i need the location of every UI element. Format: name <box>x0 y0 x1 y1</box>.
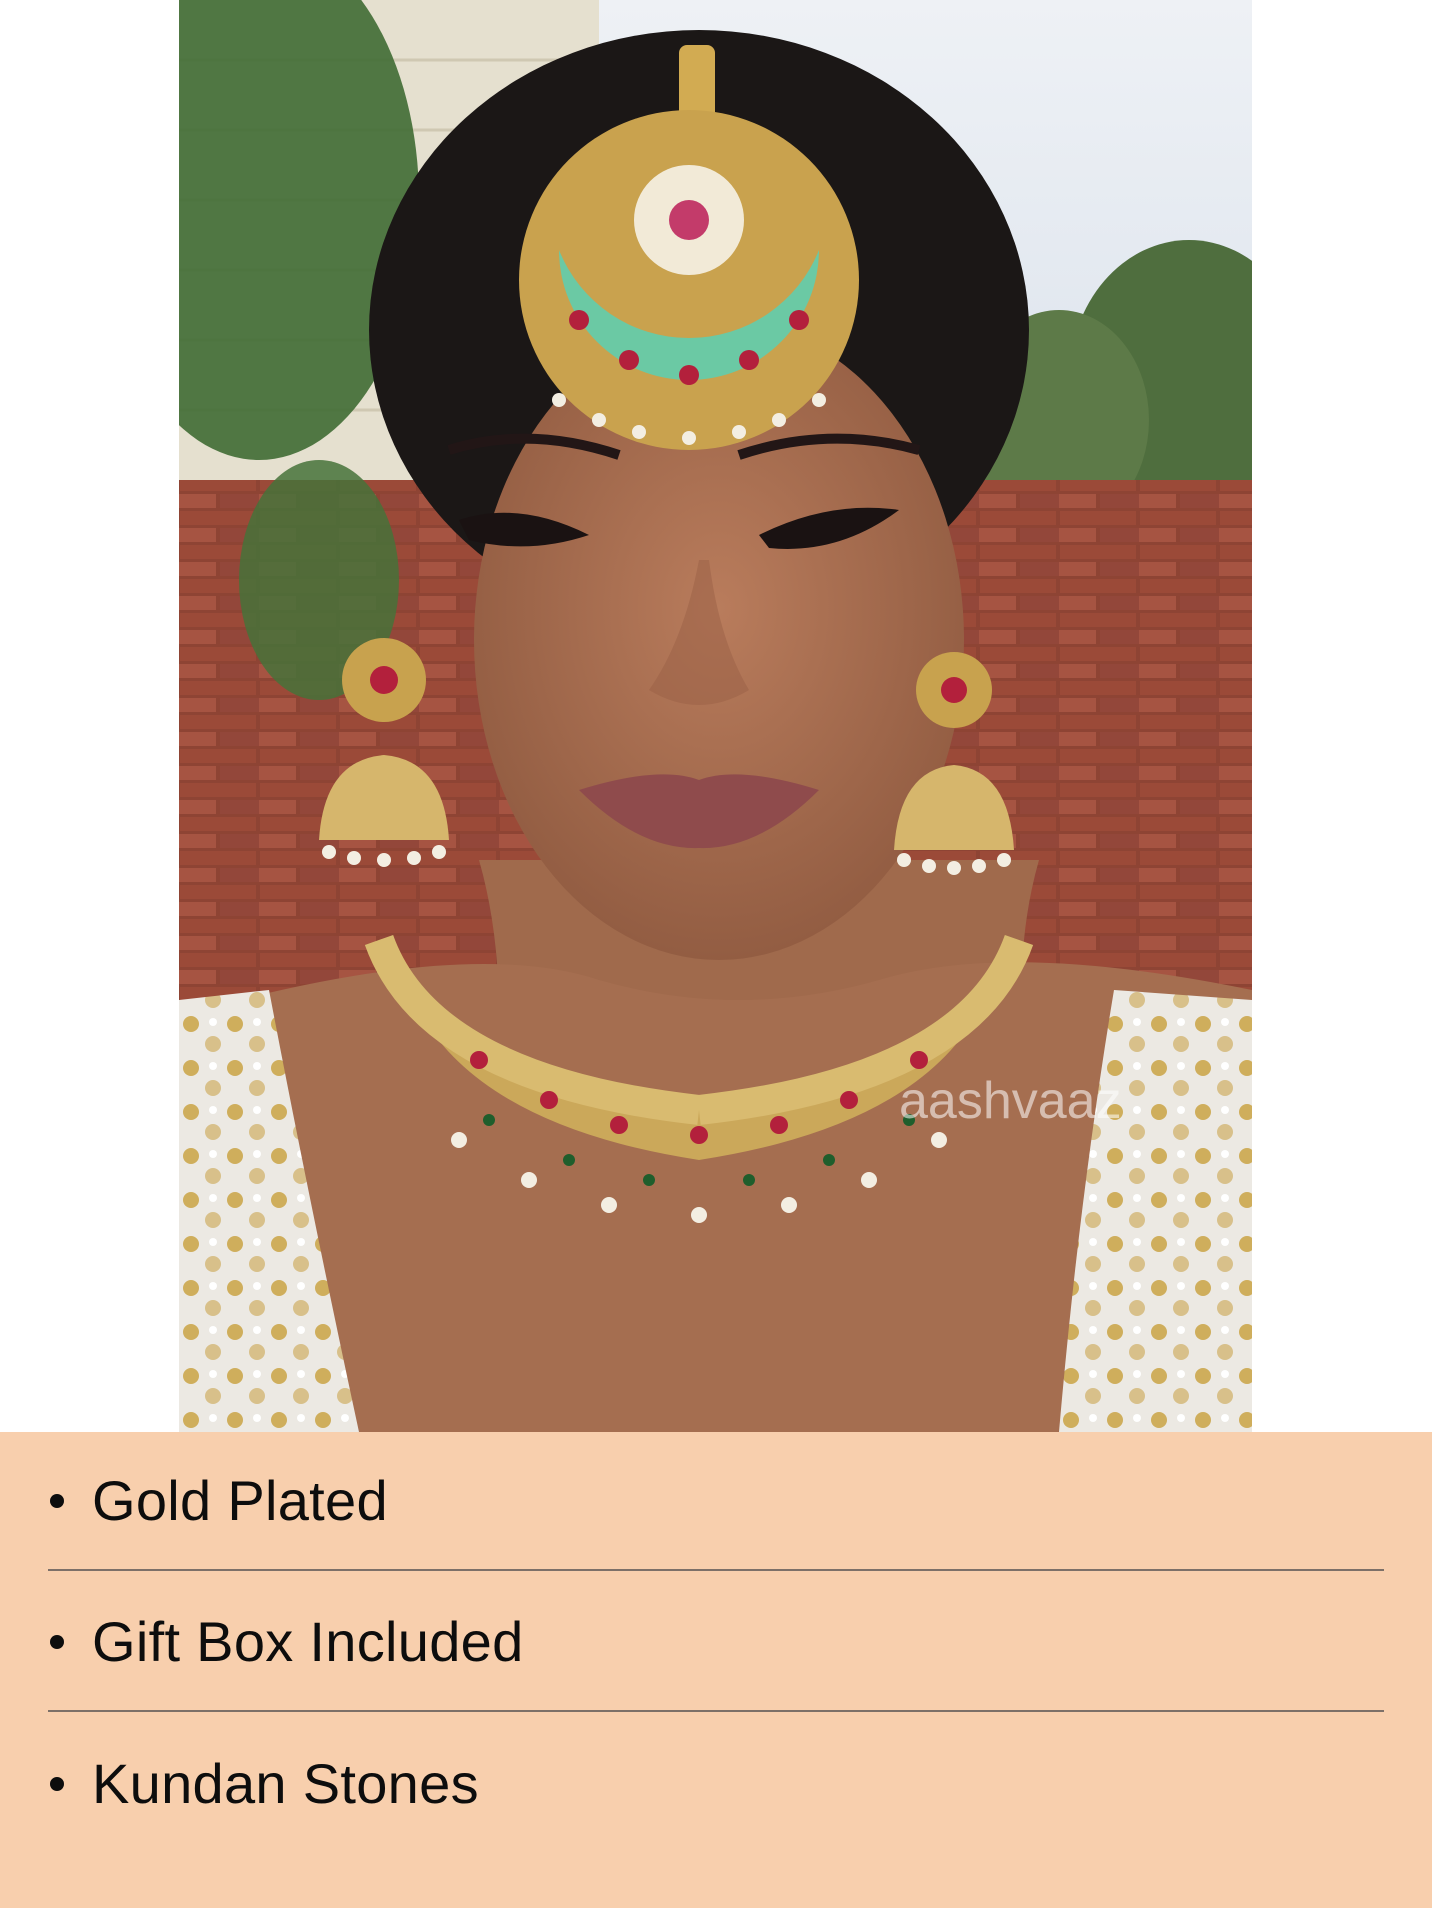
features-panel: Gold Plated Gift Box Included Kundan Sto… <box>0 1432 1432 1908</box>
feature-label: Gift Box Included <box>92 1609 524 1673</box>
bullet-icon <box>50 1493 64 1508</box>
feature-label: Kundan Stones <box>92 1751 479 1815</box>
product-photo: aashvaaz <box>179 0 1252 1432</box>
bullet-icon <box>50 1634 64 1649</box>
product-page: aashvaaz Gold Plated Gift Box Included K… <box>0 0 1432 1908</box>
feature-label: Gold Plated <box>92 1468 388 1532</box>
bullet-icon <box>50 1776 64 1791</box>
feature-item-gift-box: Gift Box Included <box>48 1573 1384 1712</box>
watermark: aashvaaz <box>899 1072 1122 1130</box>
feature-item-gold-plated: Gold Plated <box>48 1432 1384 1571</box>
feature-item-kundan-stones: Kundan Stones <box>48 1714 1384 1853</box>
